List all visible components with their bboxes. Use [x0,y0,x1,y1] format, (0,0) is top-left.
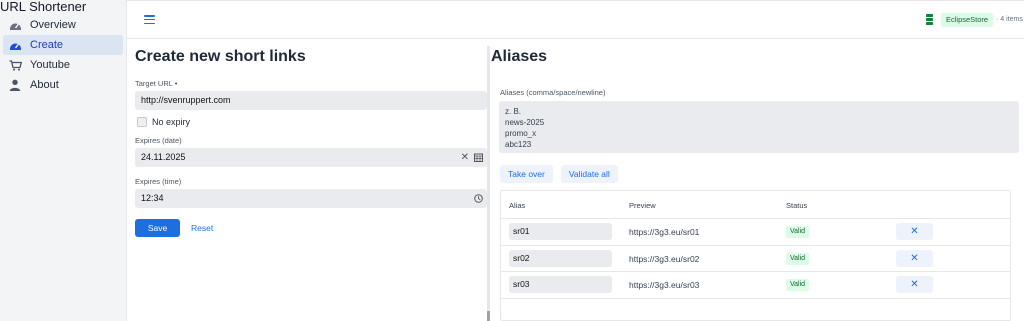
split-handle[interactable] [487,311,490,321]
alias-input[interactable]: sr02 [509,249,612,267]
aliases-panel: Aliases Aliases (comma/space/newline) z.… [491,40,1019,321]
menu-toggle-icon[interactable] [144,15,155,24]
dashboard-icon [8,38,22,52]
expires-time-value: 12:34 [141,193,164,203]
app-root: URL Shortener Overview Create Youtube Ab… [0,0,1024,321]
expires-time-label: Expires (time) [135,177,182,186]
user-icon [8,78,22,92]
aliases-textarea[interactable]: z. B. news-2025 promo_x abc123 [499,101,1019,153]
split-divider[interactable] [487,46,490,321]
validate-all-button[interactable]: Validate all [560,165,618,183]
no-expiry-row[interactable]: No expiry [135,115,487,129]
target-url-input[interactable]: http://svenruppert.com [135,91,487,110]
store-badge: EclipseStore [941,13,994,27]
remove-row-button[interactable]: ✕ [896,276,933,293]
sidebar-item-youtube[interactable]: Youtube [3,55,123,75]
column-header-preview[interactable]: Preview [629,201,656,210]
top-bar: EclipseStore · 4 items [127,0,1024,39]
expires-date-picker[interactable]: 24.11.2025 ✕ [135,148,487,167]
dashboard-icon [8,18,22,32]
table-row: sr02 https://3g3.eu/sr02 Valid ✕ [501,246,1010,272]
sidebar-item-label: Create [30,39,64,51]
aliases-grid: Alias Preview Status sr01 https://3g3.eu… [500,190,1011,321]
alias-input[interactable]: sr01 [509,223,612,240]
take-over-button[interactable]: Take over [500,165,553,183]
save-button[interactable]: Save [135,219,180,237]
sidebar-item-label: Overview [30,19,76,31]
sidebar: URL Shortener Overview Create Youtube Ab… [0,0,127,321]
sidebar-item-overview[interactable]: Overview [3,15,123,35]
remove-row-button[interactable]: ✕ [896,249,933,267]
column-header-status[interactable]: Status [786,201,807,210]
sidebar-item-label: Youtube [30,59,70,71]
items-count: · 4 items [996,16,1023,23]
textarea-line: abc123 [505,140,532,149]
database-icon [926,14,933,25]
app-title: URL Shortener [0,0,87,14]
grid-header: Alias Preview Status [501,191,1010,219]
create-form: Create new short links Target URL • http… [135,40,487,237]
calendar-icon[interactable] [474,153,483,162]
sidebar-nav: Overview Create Youtube About [3,15,123,95]
expires-date-label: Expires (date) [135,136,182,145]
reset-button[interactable]: Reset [191,219,213,237]
sidebar-item-label: About [30,79,59,91]
remove-row-button[interactable]: ✕ [896,223,933,240]
no-expiry-label: No expiry [152,117,191,127]
sidebar-item-about[interactable]: About [3,75,123,95]
target-url-label: Target URL • [135,79,178,88]
preview-url: https://3g3.eu/sr01 [629,227,700,237]
aliases-textarea-label: Aliases (comma/space/newline) [500,88,606,97]
status-badge: Valid [786,252,810,265]
expires-time-picker[interactable]: 12:34 [135,189,487,208]
clear-icon[interactable]: ✕ [461,148,469,167]
no-expiry-checkbox[interactable] [137,117,147,127]
status-badge: Valid [786,279,810,291]
aliases-title: Aliases [491,48,548,65]
preview-url: https://3g3.eu/sr03 [629,280,700,290]
textarea-line: z. B. [505,107,522,116]
cart-icon [8,58,22,72]
table-row: sr03 https://3g3.eu/sr03 Valid ✕ [501,272,1010,299]
page-title: Create new short links [135,48,306,65]
status-badge: Valid [786,226,810,238]
sidebar-item-create[interactable]: Create [3,35,123,55]
clock-icon[interactable] [474,194,483,203]
preview-url: https://3g3.eu/sr02 [629,253,700,264]
textarea-line: news-2025 [505,118,545,127]
table-row: sr01 https://3g3.eu/sr01 Valid ✕ [501,219,1010,246]
column-header-alias[interactable]: Alias [509,201,525,210]
textarea-line: promo_x [505,129,537,138]
alias-input[interactable]: sr03 [509,276,612,293]
expires-date-value: 24.11.2025 [141,152,186,162]
